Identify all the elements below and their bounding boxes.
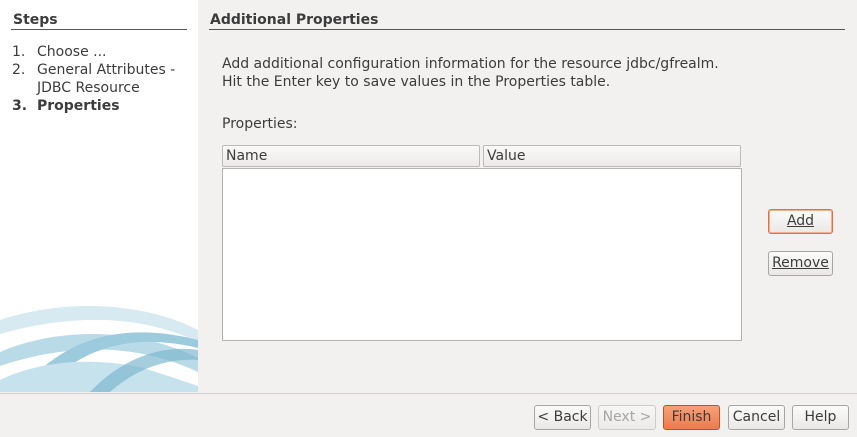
steps-panel: Steps 1. Choose ... 2. General Attribute… — [0, 0, 198, 392]
step-number: 1. — [12, 44, 26, 60]
step-item-properties: 3. Properties — [12, 97, 192, 115]
remove-button-label: Remove — [772, 255, 829, 271]
properties-label: Properties: — [222, 116, 298, 132]
properties-table[interactable] — [222, 168, 742, 341]
step-label: Properties — [37, 98, 120, 114]
column-header-name[interactable]: Name — [222, 145, 480, 167]
steps-divider — [11, 29, 187, 30]
add-button-label: Add — [786, 213, 815, 229]
add-button[interactable]: Add — [768, 209, 833, 234]
steps-title: Steps — [13, 12, 58, 28]
step-label: General Attributes - JDBC Resource — [37, 62, 176, 96]
step-label: Choose ... — [37, 44, 107, 60]
steps-list: 1. Choose ... 2. General Attributes - JD… — [12, 43, 192, 115]
help-button[interactable]: Help — [792, 405, 849, 430]
step-item-general-attributes: 2. General Attributes - JDBC Resource — [12, 61, 192, 97]
page-title: Additional Properties — [210, 12, 379, 28]
cancel-button[interactable]: Cancel — [728, 405, 785, 430]
description: Add additional configuration information… — [222, 55, 719, 91]
finish-button[interactable]: Finish — [663, 405, 720, 430]
column-header-value[interactable]: Value — [483, 145, 741, 167]
description-line-2: Hit the Enter key to save values in the … — [222, 74, 611, 90]
next-button[interactable]: Next > — [598, 405, 656, 430]
remove-button[interactable]: Remove — [768, 251, 833, 276]
properties-panel: Additional Properties Add additional con… — [198, 0, 857, 392]
step-number: 3. — [12, 98, 28, 114]
wizard-swoosh-graphic — [0, 306, 198, 392]
title-divider — [209, 29, 845, 30]
step-number: 2. — [12, 62, 26, 78]
step-item-choose: 1. Choose ... — [12, 43, 192, 61]
description-line-1: Add additional configuration information… — [222, 56, 719, 72]
table-header: Name Value — [222, 145, 741, 167]
back-button[interactable]: < Back — [534, 405, 591, 430]
footer-divider — [0, 393, 857, 394]
